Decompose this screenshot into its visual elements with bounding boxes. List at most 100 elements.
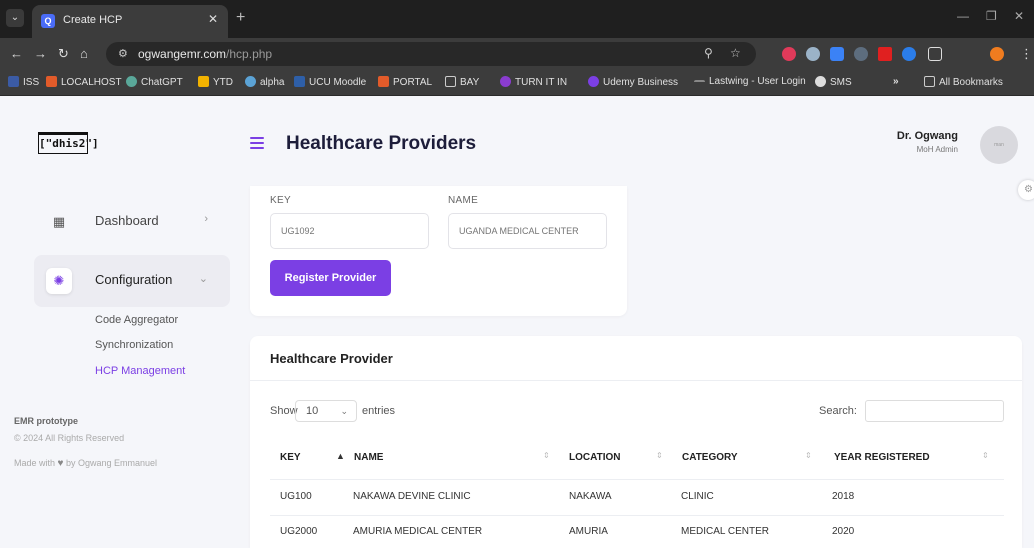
bookmark-iss-icon bbox=[8, 76, 19, 87]
footer-copyright: © 2024 All Rights Reserved bbox=[14, 433, 125, 443]
bookmark-portal-icon bbox=[378, 76, 389, 87]
back-icon[interactable]: ← bbox=[10, 46, 23, 61]
sidebar-item-configuration[interactable]: ✺ Configuration ⌄ bbox=[34, 255, 230, 307]
entries-select[interactable]: 10 ⌄ bbox=[295, 400, 357, 422]
extension-circle-icon[interactable] bbox=[902, 47, 916, 61]
cell-name: NAKAWA DEVINE CLINIC bbox=[353, 491, 471, 502]
bookmark-item[interactable]: TURN IT IN bbox=[500, 76, 567, 88]
home-icon[interactable]: ⌂ bbox=[80, 46, 88, 61]
extension-gray-icon[interactable] bbox=[806, 47, 820, 61]
page-title: Healthcare Providers bbox=[286, 133, 477, 154]
extension-blue-icon[interactable] bbox=[830, 47, 844, 61]
register-provider-button[interactable]: Register Provider bbox=[270, 260, 391, 296]
sidebar-item-dashboard[interactable]: ▦ Dashboard › bbox=[34, 196, 230, 248]
tab-title: Create HCP bbox=[63, 14, 123, 26]
address-bar[interactable]: ⚙ ogwangemr.com/hcp.php ⚲ ☆ bbox=[106, 42, 756, 66]
divider bbox=[250, 380, 1022, 381]
key-input[interactable] bbox=[270, 213, 429, 249]
search-input[interactable] bbox=[865, 400, 1004, 422]
bookmark-bay-icon bbox=[445, 76, 456, 87]
browser-tab-active[interactable]: Q Create HCP ✕ bbox=[32, 5, 228, 38]
column-header-location[interactable]: LOCATION bbox=[569, 452, 620, 463]
sort-icon[interactable]: ⇕ bbox=[656, 451, 663, 460]
extension-red-icon[interactable] bbox=[782, 47, 796, 61]
app-header: ["dhis2"] Healthcare Providers Dr. Ogwan… bbox=[0, 96, 1034, 186]
name-input[interactable] bbox=[448, 213, 607, 249]
name-label: NAME bbox=[448, 195, 479, 206]
sidebar-subitem-synchronization[interactable]: Synchronization bbox=[95, 339, 173, 351]
folder-icon bbox=[924, 76, 935, 87]
bookmark-localhost-icon bbox=[46, 76, 57, 87]
site-info-icon[interactable]: ⚙ bbox=[118, 47, 128, 60]
table-title: Healthcare Provider bbox=[270, 351, 393, 366]
browser-tab-bar: ⌄ Q Create HCP ✕ + — ❐ ✕ bbox=[0, 0, 1034, 38]
bookmark-item[interactable]: UCU Moodle bbox=[294, 76, 366, 88]
cell-name: AMURIA MEDICAL CENTER bbox=[353, 526, 483, 537]
tab-favicon-icon: Q bbox=[41, 14, 55, 28]
extensions-puzzle-icon[interactable] bbox=[928, 47, 942, 61]
sort-icon[interactable]: ⇕ bbox=[982, 451, 989, 460]
bookmark-turnitin-icon bbox=[500, 76, 511, 87]
cell-year: 2020 bbox=[832, 526, 855, 537]
row-divider bbox=[270, 515, 1004, 516]
bookmark-item[interactable]: LOCALHOST bbox=[46, 76, 122, 88]
url-path: /hcp.php bbox=[226, 47, 273, 61]
cell-key: UG2000 bbox=[280, 526, 318, 537]
minimize-icon[interactable]: — bbox=[957, 9, 969, 23]
close-window-icon[interactable]: ✕ bbox=[1014, 9, 1024, 23]
pdf-extension-icon[interactable] bbox=[878, 47, 892, 61]
footer-credit: Made with ♥ by Ogwang Emmanuel bbox=[14, 455, 174, 472]
sidebar-subitem-code-aggregator[interactable]: Code Aggregator bbox=[95, 314, 178, 326]
bookmark-item[interactable]: Udemy Business bbox=[588, 76, 678, 88]
menu-toggle-icon[interactable] bbox=[250, 137, 264, 149]
profile-avatar-icon[interactable] bbox=[990, 47, 1004, 61]
all-bookmarks-button[interactable]: All Bookmarks bbox=[924, 76, 1003, 88]
bookmark-item[interactable]: BAY bbox=[445, 76, 479, 88]
restore-icon[interactable]: ❐ bbox=[986, 9, 997, 23]
tab-search-button[interactable]: ⌄ bbox=[6, 9, 24, 27]
bookmark-udemy-icon bbox=[588, 76, 599, 87]
bookmark-star-icon[interactable]: ☆ bbox=[730, 46, 741, 60]
bookmarks-overflow-button[interactable]: » bbox=[893, 76, 899, 87]
zoom-search-icon[interactable]: ⚲ bbox=[704, 46, 713, 60]
bookmark-item[interactable]: SMS bbox=[815, 76, 852, 88]
sidebar: ▦ Dashboard › ✺ Configuration ⌄ Code Agg… bbox=[0, 186, 230, 548]
healthcare-provider-table-card: Healthcare Provider Show 10 ⌄ entries Sea… bbox=[250, 336, 1022, 548]
cell-key: UG100 bbox=[280, 491, 312, 502]
footer-title: EMR prototype bbox=[14, 416, 78, 426]
dhis2-logo: ["dhis2"] bbox=[38, 132, 99, 154]
tab-close-icon[interactable]: ✕ bbox=[208, 12, 218, 26]
entries-value: 10 bbox=[306, 405, 319, 417]
header-divider bbox=[270, 479, 1004, 480]
column-header-name[interactable]: NAME bbox=[354, 452, 383, 463]
sort-icon[interactable]: ⇕ bbox=[543, 451, 550, 460]
forward-icon[interactable]: → bbox=[34, 46, 47, 61]
show-label: Show bbox=[270, 405, 298, 417]
column-header-year[interactable]: YEAR REGISTERED bbox=[834, 452, 930, 463]
cell-location: AMURIA bbox=[569, 526, 608, 537]
avatar[interactable]: man bbox=[980, 126, 1018, 164]
bookmark-item[interactable]: ChatGPT bbox=[126, 76, 183, 88]
reload-icon[interactable]: ↻ bbox=[58, 46, 69, 62]
browser-menu-icon[interactable]: ⋮ bbox=[1020, 46, 1033, 62]
column-header-key[interactable]: KEY bbox=[280, 452, 301, 463]
new-tab-button[interactable]: + bbox=[236, 9, 245, 27]
extension-shield-icon[interactable] bbox=[854, 47, 868, 61]
bookmark-item[interactable]: alpha bbox=[245, 76, 284, 88]
footer-made-suffix: by Ogwang Emmanuel bbox=[66, 458, 158, 468]
settings-float-icon[interactable]: ⚙ bbox=[1018, 180, 1034, 200]
bookmark-ytd-icon bbox=[198, 76, 209, 87]
bookmark-item[interactable]: Lastwing - User Login bbox=[694, 76, 806, 87]
key-label: KEY bbox=[270, 195, 291, 206]
footer-made-prefix: Made with bbox=[14, 458, 56, 468]
bookmark-item[interactable]: YTD bbox=[198, 76, 233, 88]
heart-icon: ♥ bbox=[57, 458, 64, 469]
bookmark-alpha-icon bbox=[245, 76, 256, 87]
chevron-down-icon: ⌄ bbox=[198, 273, 208, 285]
sidebar-subitem-hcp-management[interactable]: HCP Management bbox=[95, 365, 185, 377]
bookmark-item[interactable]: ISS bbox=[8, 76, 39, 88]
sort-asc-icon[interactable]: ▲ bbox=[336, 451, 345, 461]
bookmark-item[interactable]: PORTAL bbox=[378, 76, 432, 88]
column-header-category[interactable]: CATEGORY bbox=[682, 452, 738, 463]
sort-icon[interactable]: ⇕ bbox=[805, 451, 812, 460]
